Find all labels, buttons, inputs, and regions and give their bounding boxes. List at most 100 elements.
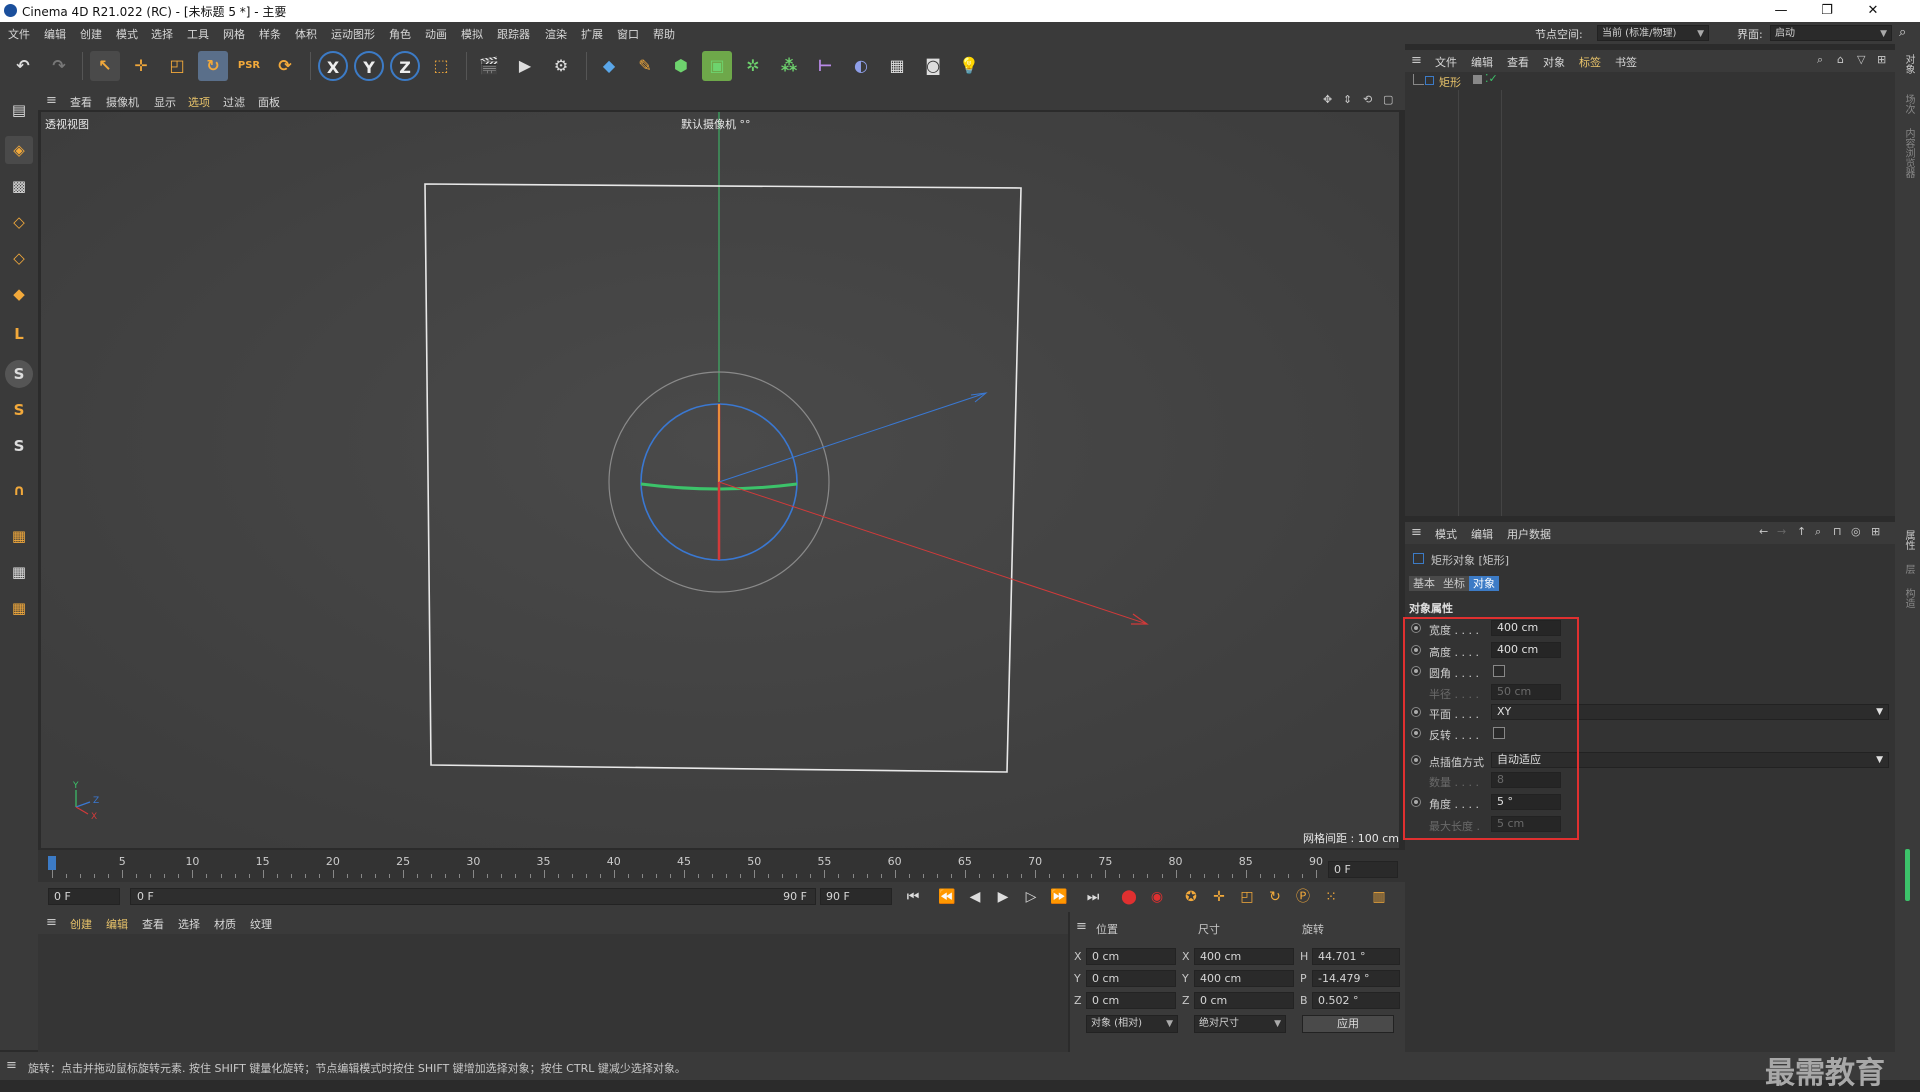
object-menu-edit[interactable]: 编辑 [1471,54,1493,70]
camera-icon[interactable]: ◙ [918,51,948,81]
environment-icon[interactable]: ◐ [846,51,876,81]
bend-deformer-icon[interactable]: ⊢ [810,51,840,81]
record-parameter-icon[interactable]: Ⓟ [1292,886,1314,908]
magnet-icon[interactable]: ∩ [5,476,33,504]
locked-workplane-icon[interactable]: ▦ [5,558,33,586]
object-row[interactable]: 矩形 ⁚✓ [1405,72,1895,90]
menu-file[interactable]: 文件 [8,26,30,42]
settings-icon[interactable]: ◎ [1851,525,1861,538]
viewport-menu-options[interactable]: 选项 [188,94,210,110]
hamburger-menu-icon[interactable]: ≡ [46,93,57,108]
tab-basic[interactable]: 基本 [1409,576,1439,591]
record-rotation-icon[interactable]: ↻ [1264,886,1286,908]
material-manager-area[interactable] [38,934,1068,1052]
select-cursor-icon[interactable]: ↖ [90,51,120,81]
search-icon[interactable]: ⌕ [1815,525,1821,539]
rot-h-field[interactable]: 44.701 ° [1312,948,1400,965]
previous-key-icon[interactable]: ⏪ [936,886,958,908]
search-icon[interactable]: ⌕ [1899,25,1906,40]
layer-toggle-icon[interactable] [1473,75,1482,84]
camera-name-label[interactable]: 默认摄像机 °° [681,116,751,132]
workplane-mode-icon[interactable]: ▦ [5,594,33,622]
polygons-mode-icon[interactable]: ◆ [5,280,33,308]
attr-menu-mode[interactable]: 模式 [1435,526,1457,542]
playhead[interactable] [48,856,56,870]
start-frame-field[interactable]: 0 F [48,888,120,905]
undo-icon[interactable]: ↶ [8,51,38,81]
pos-y-field[interactable]: 0 cm [1086,970,1176,987]
rotate-tool-icon[interactable]: ⟳ [270,51,300,81]
material-menu-select[interactable]: 选择 [178,916,200,932]
axis-mode-icon[interactable]: L [5,320,33,348]
workplane-icon[interactable]: ▦ [5,522,33,550]
pan-view-icon[interactable]: ✥ [1323,93,1332,106]
record-position-icon[interactable]: ✛ [1208,886,1230,908]
menu-spline[interactable]: 样条 [259,26,281,42]
render-picture-viewer-icon[interactable]: ▶ [510,51,540,81]
viewport-menu-panel[interactable]: 面板 [258,94,280,110]
model-mode-icon[interactable]: ◈ [5,136,33,164]
timeline-ruler[interactable]: 051015202530354045505560657075808590 0 F [38,850,1405,882]
material-menu-view[interactable]: 查看 [142,916,164,932]
menu-render[interactable]: 渲染 [545,26,567,42]
menu-extensions[interactable]: 扩展 [581,26,603,42]
up-arrow-icon[interactable]: ↑ [1797,525,1806,538]
redo-icon[interactable]: ↷ [44,51,74,81]
render-view-icon[interactable]: 🎬 [474,51,504,81]
previous-frame-icon[interactable]: ◀ [964,886,986,908]
record-scale-icon[interactable]: ◰ [1236,886,1258,908]
tab-object[interactable]: 对象 [1469,576,1499,591]
mograph-icon[interactable]: ⁂ [774,51,804,81]
menu-help[interactable]: 帮助 [653,26,675,42]
attr-menu-user-data[interactable]: 用户数据 [1507,526,1551,542]
extrude-generator-icon[interactable]: ▣ [702,51,732,81]
go-to-start-icon[interactable]: ⏮ [902,886,924,908]
menu-mode[interactable]: 模式 [116,26,138,42]
preview-range-slider[interactable]: 0 F 90 F [130,888,816,905]
next-frame-icon[interactable]: ▷ [1020,886,1042,908]
new-window-icon[interactable]: ⊞ [1877,53,1886,66]
attr-menu-edit[interactable]: 编辑 [1471,526,1493,542]
points-mode-icon[interactable]: ◇ [5,208,33,236]
search-icon[interactable]: ⌕ [1817,53,1823,67]
object-name[interactable]: 矩形 [1439,74,1461,90]
strip-tab-objects[interactable]: 对象 [1901,54,1916,74]
size-z-field[interactable]: 0 cm [1194,992,1294,1009]
size-y-field[interactable]: 400 cm [1194,970,1294,987]
menu-character[interactable]: 角色 [389,26,411,42]
object-menu-objects[interactable]: 对象 [1543,54,1565,70]
pos-x-field[interactable]: 0 cm [1086,948,1176,965]
back-arrow-icon[interactable]: ← [1759,525,1768,538]
timeline-window-icon[interactable]: ▥ [1368,886,1390,908]
light-icon[interactable]: 💡 [954,51,984,81]
menu-tracker[interactable]: 跟踪器 [497,26,530,42]
rot-b-field[interactable]: 0.502 ° [1312,992,1400,1009]
x-axis-lock-icon[interactable]: X [318,51,348,81]
lock-icon[interactable]: ⊓ [1833,525,1842,538]
menu-volume[interactable]: 体积 [295,26,317,42]
menu-create[interactable]: 创建 [80,26,102,42]
autokeying-icon[interactable]: ◉ [1146,886,1168,908]
material-menu-material[interactable]: 材质 [214,916,236,932]
scroll-indicator[interactable] [1905,849,1910,901]
close-button[interactable]: ✕ [1850,0,1896,22]
rot-p-field[interactable]: -14.479 ° [1312,970,1400,987]
material-menu-create[interactable]: 创建 [70,916,92,932]
size-mode-select[interactable]: 绝对尺寸 ▼ [1194,1015,1286,1033]
scale-icon[interactable]: ◰ [162,51,192,81]
strip-tab-content-browser[interactable]: 内容浏览器 [1901,128,1916,178]
end-frame-field[interactable]: 90 F [820,888,892,905]
recent-tools-icon[interactable]: PSR [234,51,264,81]
snap-workplane-icon[interactable]: S [5,432,33,460]
viewport-menu-cameras[interactable]: 摄像机 [106,94,139,110]
object-menu-bookmarks[interactable]: 书签 [1615,54,1637,70]
menu-window[interactable]: 窗口 [617,26,639,42]
size-x-field[interactable]: 400 cm [1194,948,1294,965]
menu-tools[interactable]: 工具 [187,26,209,42]
z-axis-lock-icon[interactable]: Z [390,51,420,81]
strip-tab-attributes[interactable]: 属性 [1901,530,1916,550]
viewport-menu-view[interactable]: 查看 [70,94,92,110]
viewport-menu-display[interactable]: 显示 [154,94,176,110]
current-frame-field[interactable]: 0 F [1328,861,1398,878]
hamburger-menu-icon[interactable]: ≡ [46,915,57,930]
